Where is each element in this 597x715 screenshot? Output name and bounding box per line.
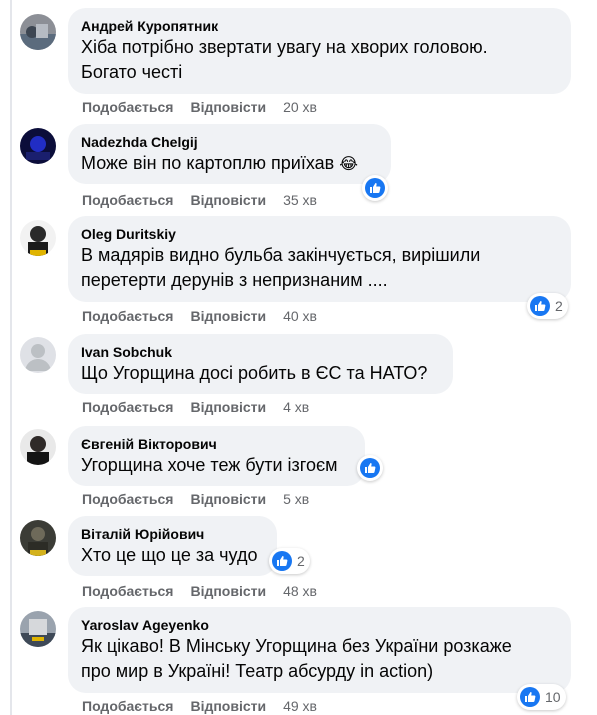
reaction-count: 2 — [555, 298, 563, 314]
comment-author[interactable]: Віталій Юрійович — [81, 525, 263, 543]
comment-bubble: Ivan Sobchuk Що Угорщина досі робить в Є… — [68, 334, 453, 394]
like-button[interactable]: Подобається — [82, 583, 173, 599]
avatar[interactable] — [20, 337, 56, 373]
like-button[interactable]: Подобається — [82, 399, 173, 415]
comment-timestamp[interactable]: 5 хв — [283, 491, 309, 507]
reply-button[interactable]: Відповісти — [190, 583, 266, 599]
reply-button[interactable]: Відповісти — [190, 308, 266, 324]
like-button[interactable]: Подобається — [82, 698, 173, 714]
like-reaction-icon — [360, 458, 380, 478]
comment-bubble: Oleg Duritskiy В мадярів видно бульба за… — [68, 216, 571, 302]
reaction-count: 2 — [297, 553, 305, 569]
reaction-badge[interactable]: 2 — [527, 293, 568, 319]
comment-author[interactable]: Євгеній Вікторович — [81, 435, 351, 453]
like-button[interactable]: Подобається — [82, 308, 173, 324]
like-reaction-icon — [365, 178, 385, 198]
comment-actions: Подобається Відповісти 35 хв — [82, 191, 317, 209]
laughing-emoji-icon: 😂 — [339, 156, 358, 173]
comment-actions: Подобається Відповісти 20 хв — [82, 98, 317, 116]
avatar[interactable] — [20, 520, 56, 556]
reaction-badge[interactable]: 10 — [517, 684, 566, 710]
comment-author[interactable]: Nadezhda Chelgij — [81, 133, 377, 151]
comment-text: Що Угорщина досі робить в ЄС та НАТО? — [81, 363, 428, 383]
comment-timestamp[interactable]: 4 хв — [283, 399, 309, 415]
comment-text: Угорщина хоче теж бути ізгоєм — [81, 455, 338, 475]
avatar[interactable] — [20, 611, 56, 647]
comment-text: В мадярів видно бульба закінчується, вир… — [81, 245, 481, 290]
comment-bubble: Yaroslav Ageyenko Як цікаво! В Мінську У… — [68, 607, 571, 693]
comment-author[interactable]: Андрей Куропятник — [81, 17, 557, 35]
comment-author[interactable]: Ivan Sobchuk — [81, 343, 439, 361]
comment-author[interactable]: Oleg Duritskiy — [81, 225, 557, 243]
avatar[interactable] — [20, 429, 56, 465]
comment-timestamp[interactable]: 49 хв — [283, 698, 317, 714]
comment-bubble: Nadezhda Chelgij Може він по картоплю пр… — [68, 124, 391, 184]
avatar[interactable] — [20, 128, 56, 164]
comment-timestamp[interactable]: 35 хв — [283, 192, 317, 208]
reaction-badge[interactable]: 2 — [269, 548, 310, 574]
comment-timestamp[interactable]: 20 хв — [283, 99, 317, 115]
comment-actions: Подобається Відповісти 49 хв — [82, 697, 317, 715]
comment-actions: Подобається Відповісти 48 хв — [82, 582, 317, 600]
thread-line — [10, 0, 12, 715]
reply-button[interactable]: Відповісти — [190, 698, 266, 714]
like-reaction-icon — [520, 687, 540, 707]
comment-text: Як цікаво! В Мінську Угорщина без Україн… — [81, 636, 512, 681]
comment-timestamp[interactable]: 40 хв — [283, 308, 317, 324]
comment-author[interactable]: Yaroslav Ageyenko — [81, 616, 557, 634]
comment-text: Хто це що це за чудо — [81, 545, 258, 565]
comment-actions: Подобається Відповісти 4 хв — [82, 398, 309, 416]
comment-text: Хіба потрібно звертати увагу на хворих г… — [81, 37, 488, 82]
comment-text-body: Може він по картоплю приїхав — [81, 153, 335, 173]
avatar[interactable] — [20, 14, 56, 50]
comment-actions: Подобається Відповісти 5 хв — [82, 490, 309, 508]
comment-actions: Подобається Відповісти 40 хв — [82, 307, 317, 325]
like-button[interactable]: Подобається — [82, 192, 173, 208]
reply-button[interactable]: Відповісти — [190, 399, 266, 415]
comment-timestamp[interactable]: 48 хв — [283, 583, 317, 599]
reaction-badge[interactable] — [362, 175, 388, 201]
comment-bubble: Євгеній Вікторович Угорщина хоче теж бут… — [68, 426, 365, 486]
comment-text: Може він по картоплю приїхав 😂 — [81, 151, 377, 177]
like-reaction-icon — [272, 551, 292, 571]
reaction-badge[interactable] — [357, 455, 383, 481]
avatar[interactable] — [20, 220, 56, 256]
reply-button[interactable]: Відповісти — [190, 99, 266, 115]
reply-button[interactable]: Відповісти — [190, 192, 266, 208]
comment-bubble: Андрей Куропятник Хіба потрібно звертати… — [68, 8, 571, 94]
like-button[interactable]: Подобається — [82, 491, 173, 507]
reply-button[interactable]: Відповісти — [190, 491, 266, 507]
like-reaction-icon — [530, 296, 550, 316]
comment-bubble: Віталій Юрійович Хто це що це за чудо — [68, 516, 277, 576]
reaction-count: 10 — [545, 689, 561, 705]
like-button[interactable]: Подобається — [82, 99, 173, 115]
